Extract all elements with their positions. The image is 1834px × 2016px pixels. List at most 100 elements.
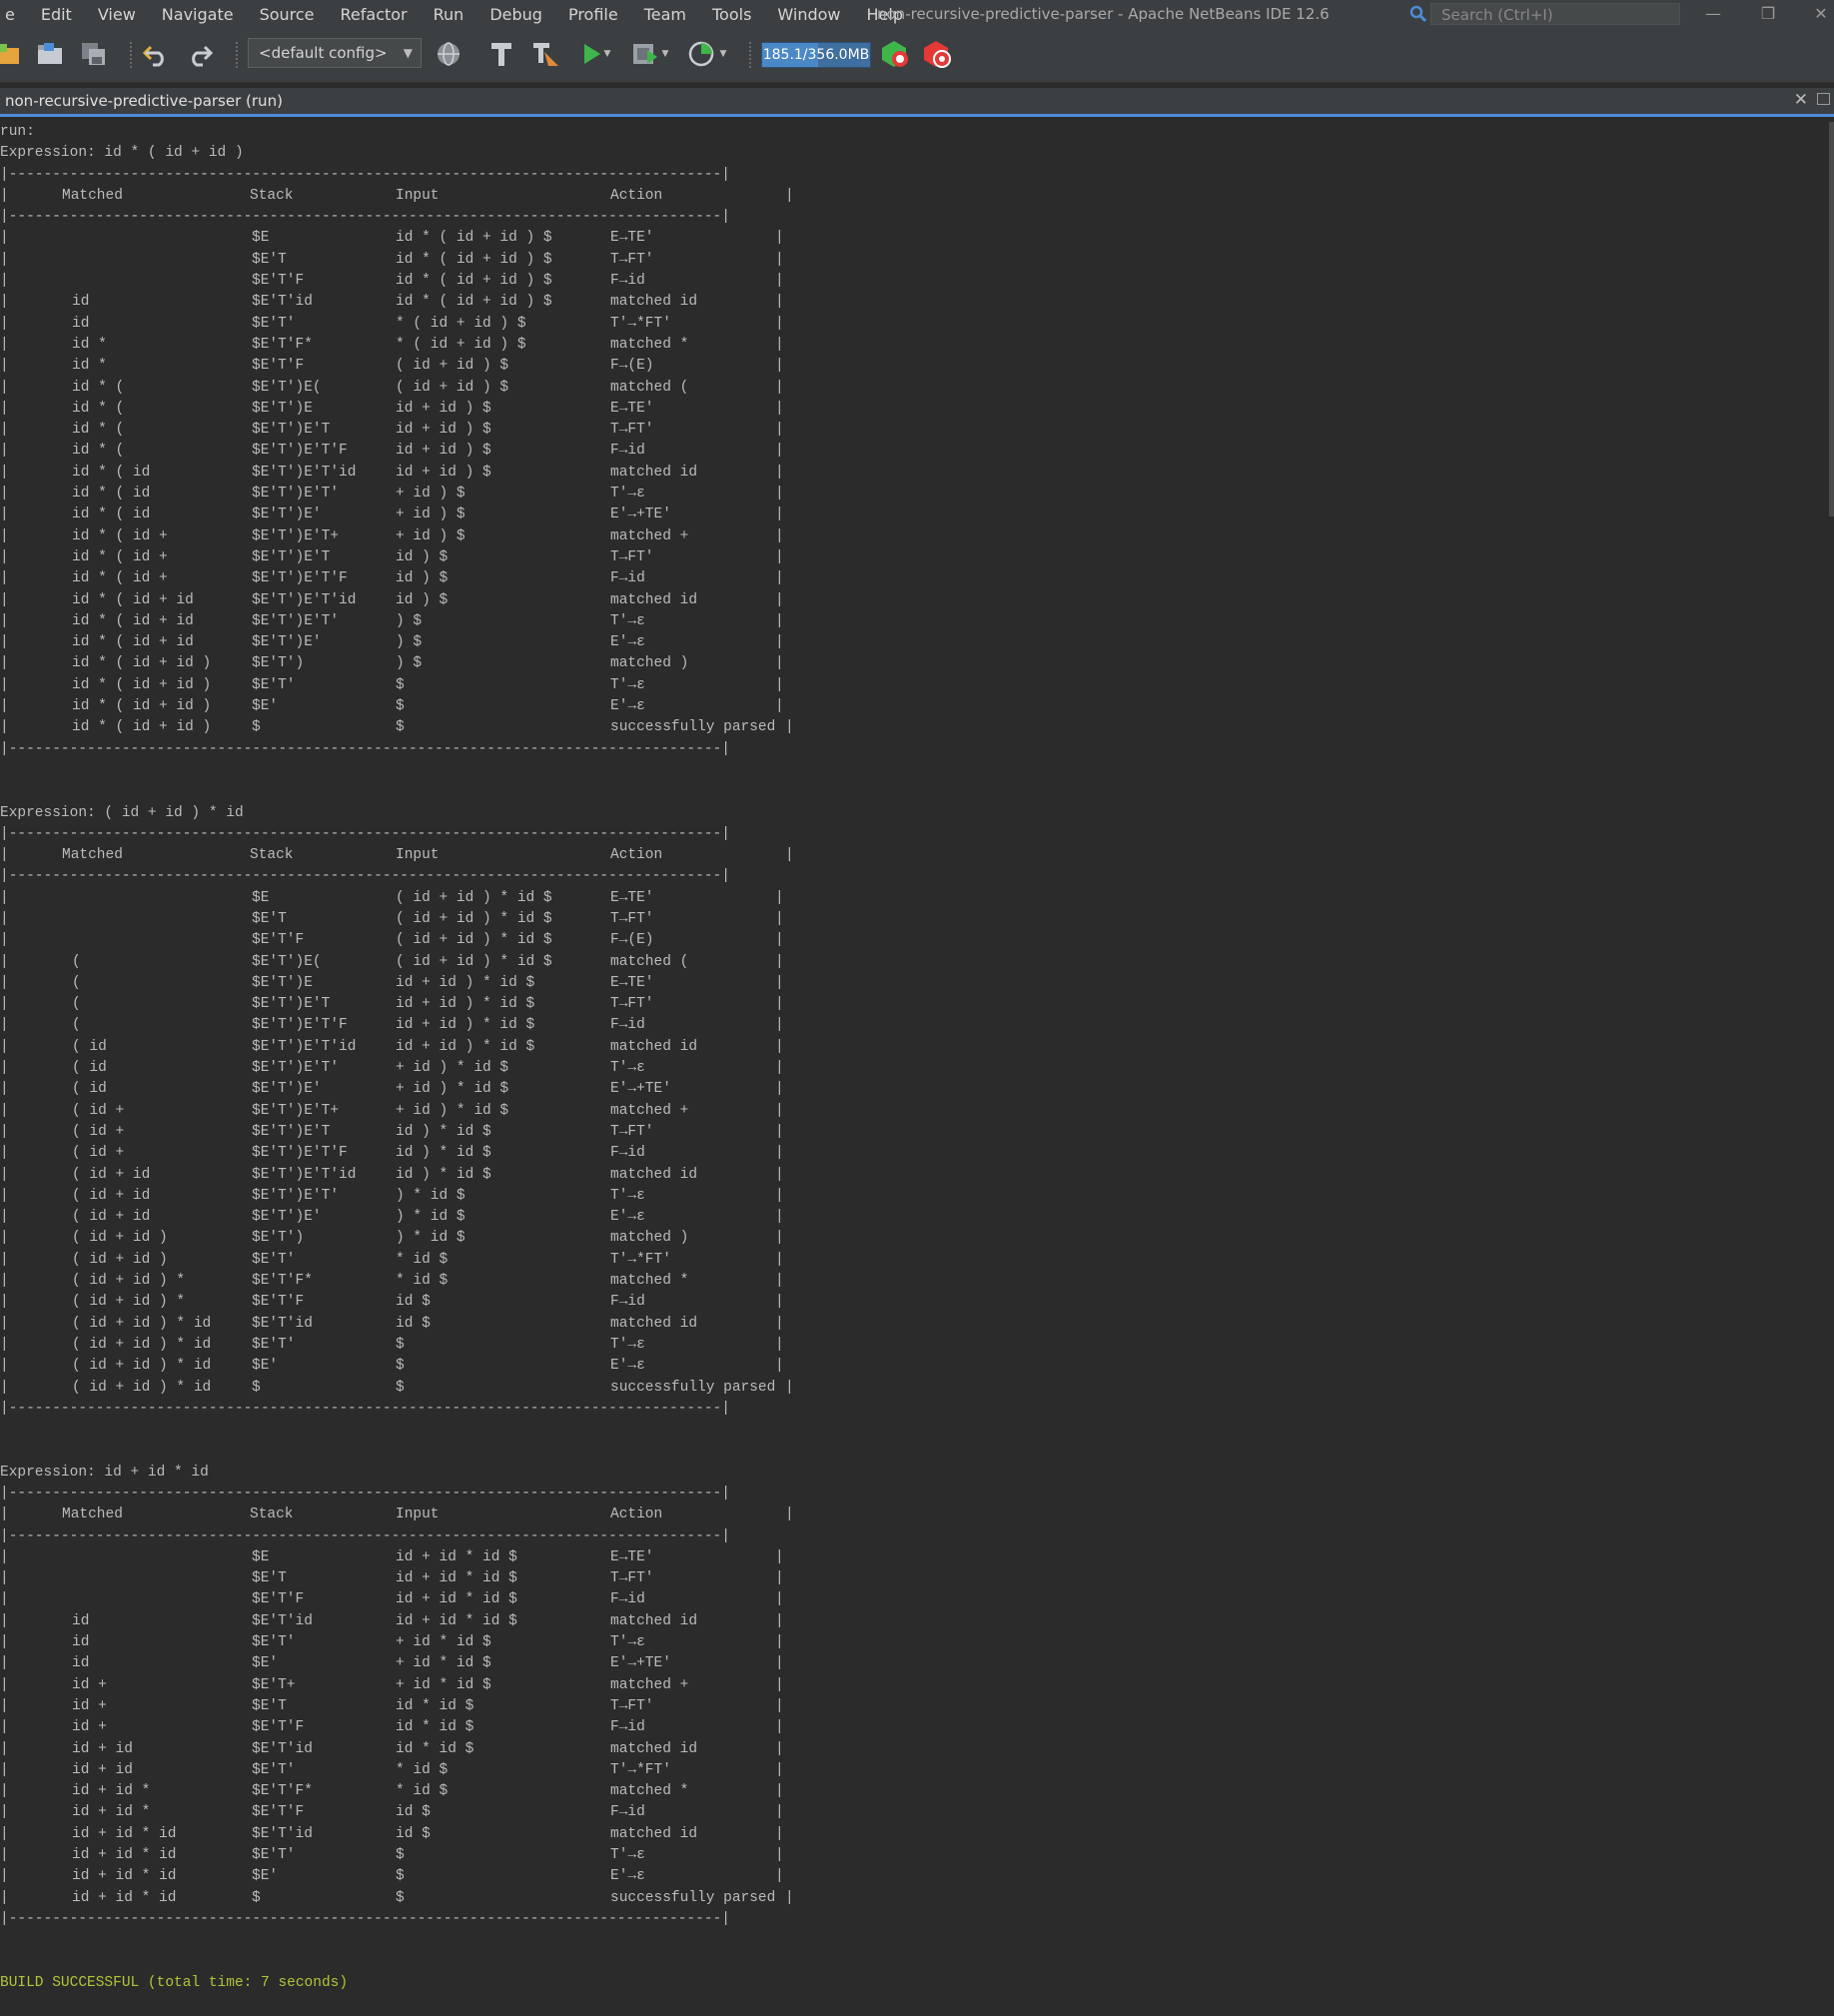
restore-button[interactable]: ❐: [1753, 3, 1783, 25]
output-tab[interactable]: non-recursive-predictive-parser (run) ✕: [0, 88, 1834, 117]
table-pipe: |: [775, 422, 784, 439]
table-row: | $E'T'F id * ( id + id ) $ F→id |: [0, 271, 1828, 292]
save-all-button[interactable]: [78, 38, 110, 70]
cell-matched: id * ( id: [72, 506, 151, 523]
menu-item[interactable]: View: [85, 5, 149, 24]
cell-input: id + id ) $: [396, 464, 491, 481]
run-dropdown[interactable]: ▼: [599, 38, 615, 70]
cell-action: F→id: [610, 443, 645, 460]
cell-stack: $E'T: [252, 1570, 287, 1587]
cell-stack: $: [252, 1379, 261, 1396]
table-row: | ( id + id ) $E'T')) * id $ matched ) |: [0, 1228, 1828, 1249]
cell-stack: $E'T'id: [252, 1740, 313, 1757]
cell-matched: id + id: [72, 1761, 133, 1778]
menu-item[interactable]: Window: [764, 5, 853, 24]
table-row: | ( id + id ) $E'T' * id $ T'→*FT' |: [0, 1250, 1828, 1271]
profile-snapshot-button[interactable]: [921, 38, 953, 70]
table-pipe: |: [0, 1783, 9, 1800]
expression-line: Expression: id * ( id + id ): [0, 143, 1828, 164]
cell-action: F→id: [610, 1294, 645, 1311]
cell-matched: ( id: [72, 1081, 107, 1098]
memory-indicator[interactable]: 185.1/356.0MB: [761, 42, 871, 68]
table-pipe: |: [775, 1166, 784, 1183]
table-pipe: |: [775, 1273, 784, 1290]
debug-dropdown[interactable]: ▼: [657, 38, 673, 70]
cell-action: T'→ε: [610, 1847, 645, 1864]
cell-action: T→FT': [610, 910, 654, 927]
cell-stack: $E'T': [252, 315, 296, 332]
search-input[interactable]: Search (Ctrl+I): [1430, 3, 1680, 25]
cell-input: id * ( id + id ) $: [396, 251, 552, 268]
scrollbar[interactable]: [1828, 122, 1834, 2016]
set-project-button[interactable]: [434, 38, 465, 70]
expression-text: Expression: id * ( id + id ): [0, 145, 244, 162]
profile-dropdown[interactable]: ▼: [715, 38, 731, 70]
table-row: | ( id + id ) * id $ $ successfully parsed |: [0, 1378, 1828, 1399]
chevron-down-icon: ▼: [403, 46, 413, 60]
cell-stack: $E'T')E'T'F: [252, 570, 348, 587]
cell-stack: $E'T': [252, 1634, 296, 1651]
build-button[interactable]: [485, 38, 517, 70]
table-pipe: |: [0, 548, 9, 565]
menu-item[interactable]: Refactor: [328, 5, 421, 24]
cell-stack: $E'T')E': [252, 1209, 322, 1226]
menu-item[interactable]: Team: [631, 5, 699, 24]
menu-item[interactable]: Tools: [699, 5, 764, 24]
menu-item[interactable]: Debug: [476, 5, 555, 24]
menu-item[interactable]: Source: [247, 5, 328, 24]
cell-action: matched +: [610, 527, 689, 544]
table-pipe: |: [775, 358, 784, 375]
maximize-icon[interactable]: [1817, 93, 1830, 105]
gc-button[interactable]: [879, 38, 911, 70]
scrollbar-thumb[interactable]: [1829, 122, 1834, 516]
undo-button[interactable]: [141, 38, 173, 70]
cell-stack: $E'T')E: [252, 400, 313, 417]
menu-item[interactable]: Run: [421, 5, 477, 24]
cell-input: id * ( id + id ) $: [396, 294, 552, 311]
new-file-button[interactable]: [0, 38, 26, 70]
table-row: | id * ( id + $E'T')E'T'F id ) $ F→id |: [0, 568, 1828, 589]
menu-item[interactable]: Navigate: [149, 5, 247, 24]
profile-button[interactable]: [685, 38, 717, 70]
config-select[interactable]: <default config> ▼: [248, 38, 422, 68]
table-row: | ( id + id ) * $E'T'F* * id $ matched * |: [0, 1271, 1828, 1292]
table-pipe: |: [0, 1591, 9, 1608]
clean-build-button[interactable]: [529, 38, 561, 70]
cell-action: F→id: [610, 1017, 645, 1034]
open-project-button[interactable]: [34, 38, 66, 70]
cell-matched: id: [72, 1612, 90, 1629]
cell-action: T→FT': [610, 548, 654, 565]
table-pipe: |: [775, 486, 784, 503]
chevron-down-icon: ▼: [719, 49, 727, 59]
cell-matched: id + id: [72, 1740, 133, 1757]
redo-button[interactable]: [183, 38, 215, 70]
table-row: | id * $E'T'F* * ( id + id ) $ matched * |: [0, 335, 1828, 356]
garbage-collect-icon: [882, 41, 908, 67]
cell-action: T→FT': [610, 1570, 654, 1587]
cell-input: ) $: [396, 655, 423, 672]
table-row: | id * ($E'T')E(( id + id ) $ matched (|: [0, 378, 1828, 399]
table-pipe: |: [785, 1379, 794, 1396]
close-window-button[interactable]: ✕: [1806, 3, 1834, 25]
table-row: | ( id $E'T')E' + id ) * id $ E'→+TE' |: [0, 1079, 1828, 1100]
cell-input: id + id * id $: [396, 1548, 517, 1565]
menu-item[interactable]: Edit: [28, 5, 85, 24]
cell-input: $: [396, 1358, 405, 1375]
close-icon[interactable]: ✕: [1794, 90, 1808, 110]
header-stack: Stack: [250, 187, 294, 204]
table-pipe: |: [775, 1719, 784, 1736]
cell-input: * id $: [396, 1273, 449, 1290]
table-pipe: |: [0, 1570, 9, 1587]
table-pipe: |: [775, 379, 784, 396]
cell-action: matched ): [610, 655, 689, 672]
menu-item[interactable]: Profile: [555, 5, 631, 24]
cell-input: $: [396, 698, 405, 715]
output-console[interactable]: run: Expression: id * ( id + id ) |-------…: [0, 122, 1828, 2016]
search-icon[interactable]: [1408, 4, 1428, 24]
cell-action: E'→+TE': [610, 506, 671, 523]
cell-stack: $E'T')E'T'id: [252, 1038, 357, 1055]
menu-item[interactable]: e: [0, 5, 28, 24]
build-status-text: BUILD SUCCESSFUL (total time: 7 seconds): [0, 1974, 349, 1991]
table-row: | id $E'T' * ( id + id ) $ T'→*FT' |: [0, 314, 1828, 335]
minimize-button[interactable]: —: [1698, 3, 1728, 25]
